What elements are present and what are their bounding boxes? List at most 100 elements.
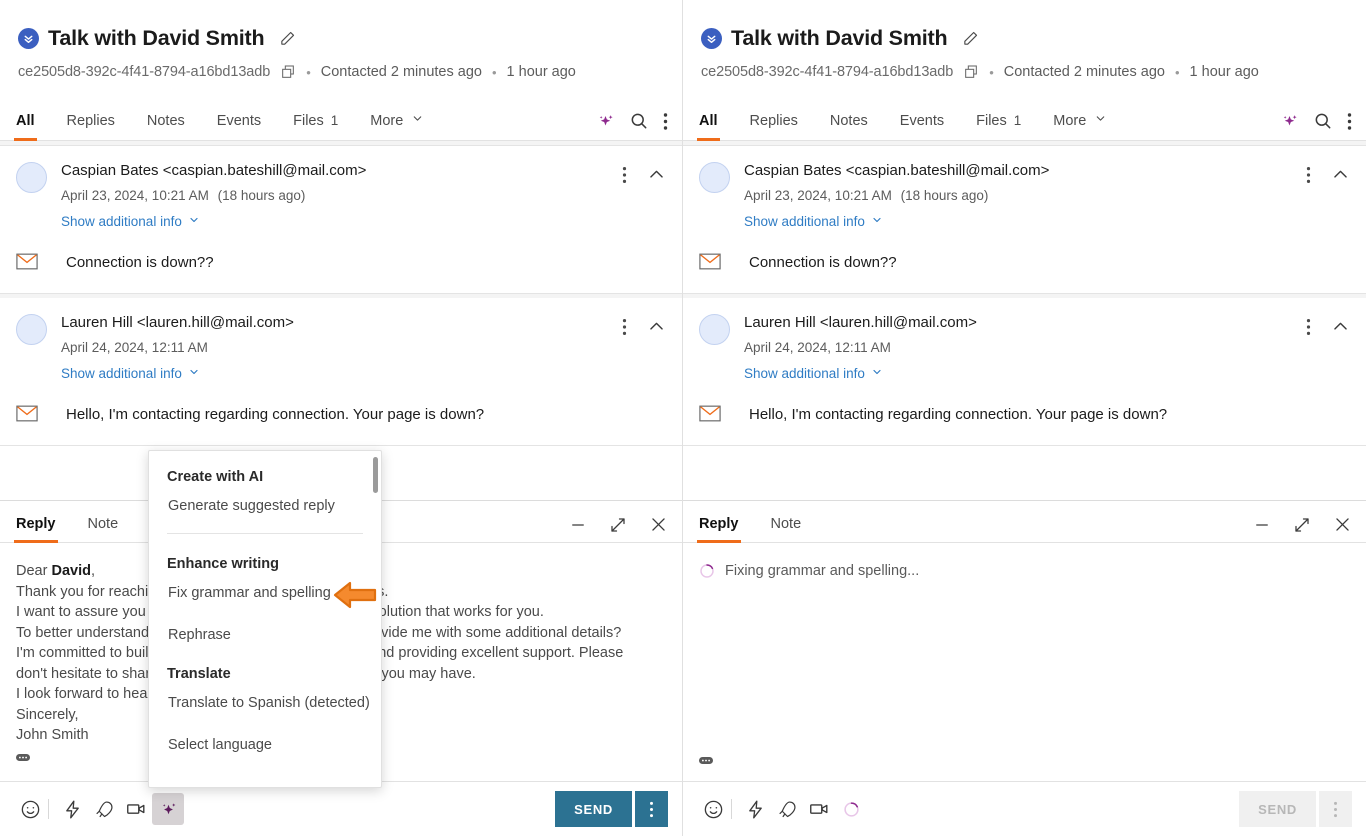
ai-sparkle-icon[interactable] bbox=[596, 112, 615, 131]
composer-tab-reply[interactable]: Reply bbox=[683, 516, 755, 543]
separator-dot-2: • bbox=[491, 64, 497, 80]
tab-files[interactable]: Files 1 bbox=[960, 113, 1037, 140]
message-card: Caspian Bates <caspian.bateshill@mail.co… bbox=[0, 145, 682, 294]
composer-tab-note[interactable]: Note bbox=[72, 516, 135, 542]
kebab-menu-icon[interactable] bbox=[663, 112, 668, 131]
copy-icon[interactable] bbox=[963, 64, 979, 80]
ai-actions-menu: Create with AI Generate suggested reply … bbox=[148, 450, 382, 788]
collapse-chevron-up-icon[interactable] bbox=[647, 165, 666, 184]
message-header: Lauren Hill <lauren.hill@mail.com> April… bbox=[699, 314, 1350, 383]
tab-events[interactable]: Events bbox=[201, 113, 277, 140]
emoji-icon[interactable] bbox=[697, 793, 729, 825]
ai-sparkle-icon[interactable] bbox=[152, 793, 184, 825]
search-icon[interactable] bbox=[1313, 111, 1333, 131]
conversation-subheader: ce2505d8-392c-4f41-8794-a16bd13adb • Con… bbox=[18, 64, 664, 80]
message-date: April 23, 2024, 10:21 AM (18 hours ago) bbox=[61, 188, 622, 203]
kebab-menu-icon[interactable] bbox=[622, 318, 627, 336]
message-sender: Caspian Bates <caspian.bateshill@mail.co… bbox=[61, 162, 367, 179]
show-additional-info-link[interactable]: Show additional info bbox=[61, 214, 200, 229]
pencil-icon[interactable] bbox=[279, 30, 296, 47]
tab-notes[interactable]: Notes bbox=[131, 113, 201, 140]
minimize-icon[interactable] bbox=[1253, 516, 1271, 534]
ai-menu-item-generate-suggested-reply[interactable]: Generate suggested reply bbox=[149, 485, 381, 527]
page-title: Talk with David Smith bbox=[731, 26, 948, 50]
message-text: Connection is down?? bbox=[66, 253, 214, 271]
chevron-down-icon bbox=[188, 214, 200, 229]
kebab-menu-icon[interactable] bbox=[622, 166, 627, 184]
header-title-row: Talk with David Smith bbox=[18, 26, 664, 51]
tab-notes[interactable]: Notes bbox=[814, 113, 884, 140]
collapse-chevron-up-icon[interactable] bbox=[1331, 165, 1350, 184]
kebab-menu-icon[interactable] bbox=[1347, 112, 1352, 131]
search-icon[interactable] bbox=[629, 111, 649, 131]
expand-icon[interactable] bbox=[609, 516, 627, 534]
tab-all[interactable]: All bbox=[683, 113, 734, 141]
tab-more-label: More bbox=[1053, 113, 1087, 129]
composer-tab-reply[interactable]: Reply bbox=[0, 516, 72, 543]
contacted-status: Contacted 2 minutes ago bbox=[1003, 64, 1165, 80]
composer-header: Reply Note bbox=[683, 501, 1366, 543]
message-sender: Lauren Hill <lauren.hill@mail.com> bbox=[61, 314, 294, 331]
ai-menu-item-select-language[interactable]: Select language bbox=[149, 724, 381, 766]
show-additional-info-label: Show additional info bbox=[61, 213, 182, 229]
composer-body[interactable]: Fixing grammar and spelling... bbox=[683, 543, 1366, 781]
rocket-icon[interactable] bbox=[771, 793, 803, 825]
separator-dot-2: • bbox=[1174, 64, 1180, 80]
collapse-chevron-up-icon[interactable] bbox=[647, 317, 666, 336]
ai-menu-group-title-enhance: Enhance writing bbox=[167, 556, 279, 572]
tabs-list: All Replies Notes Events Files 1 More bbox=[0, 112, 596, 141]
tab-all[interactable]: All bbox=[0, 113, 51, 141]
tab-more-label: More bbox=[370, 113, 404, 129]
composer-toolbar-icons bbox=[14, 793, 555, 825]
tab-events-label: Events bbox=[899, 113, 945, 129]
separator-dot: • bbox=[306, 64, 311, 80]
lightning-icon[interactable] bbox=[739, 793, 771, 825]
show-additional-info-label: Show additional info bbox=[61, 365, 182, 381]
show-additional-info-link[interactable]: Show additional info bbox=[61, 366, 200, 381]
send-button[interactable]: SEND bbox=[555, 791, 632, 827]
tab-replies[interactable]: Replies bbox=[51, 113, 131, 140]
collapse-chevron-up-icon[interactable] bbox=[1331, 317, 1350, 336]
send-options-button bbox=[1319, 791, 1352, 827]
close-icon[interactable] bbox=[649, 515, 668, 534]
composer-tab-reply-label: Reply bbox=[16, 516, 56, 532]
tab-more[interactable]: More bbox=[354, 112, 440, 140]
attachment-dots-icon bbox=[699, 751, 713, 769]
close-icon[interactable] bbox=[1333, 515, 1352, 534]
composer-tab-note-label: Note bbox=[87, 516, 119, 532]
copy-icon[interactable] bbox=[280, 64, 296, 80]
ai-menu-item-rephrase[interactable]: Rephrase bbox=[149, 614, 381, 656]
tabs-list: All Replies Notes Events Files 1 More bbox=[683, 112, 1280, 141]
rocket-icon[interactable] bbox=[88, 793, 120, 825]
tab-all-label: All bbox=[16, 113, 35, 129]
tab-notes-label: Notes bbox=[146, 113, 185, 129]
show-additional-info-link[interactable]: Show additional info bbox=[744, 214, 883, 229]
show-additional-info-link[interactable]: Show additional info bbox=[744, 366, 883, 381]
minimize-icon[interactable] bbox=[569, 516, 587, 534]
pencil-icon[interactable] bbox=[962, 30, 979, 47]
tab-events[interactable]: Events bbox=[884, 113, 960, 140]
send-button: SEND bbox=[1239, 791, 1316, 827]
kebab-menu-icon[interactable] bbox=[1306, 318, 1311, 336]
send-options-button[interactable] bbox=[635, 791, 668, 827]
ai-menu-item-translate-to-spanish[interactable]: Translate to Spanish (detected) bbox=[149, 682, 381, 724]
tab-more[interactable]: More bbox=[1037, 112, 1123, 140]
tab-replies[interactable]: Replies bbox=[734, 113, 814, 140]
kebab-menu-icon[interactable] bbox=[1306, 166, 1311, 184]
tab-files[interactable]: Files 1 bbox=[277, 113, 354, 140]
emoji-icon[interactable] bbox=[14, 793, 46, 825]
tab-files-label: Files bbox=[976, 113, 1007, 129]
double-chevron-down-icon bbox=[701, 28, 722, 49]
tabs-bar: All Replies Notes Events Files 1 More bbox=[683, 99, 1366, 141]
lightning-icon[interactable] bbox=[56, 793, 88, 825]
message-date: April 24, 2024, 12:11 AM bbox=[61, 340, 622, 355]
composer-toolbar: SEND bbox=[0, 781, 682, 836]
expand-icon[interactable] bbox=[1293, 516, 1311, 534]
email-envelope-icon bbox=[699, 253, 729, 270]
video-camera-icon[interactable] bbox=[803, 793, 835, 825]
chevron-down-icon bbox=[188, 366, 200, 381]
video-camera-icon[interactable] bbox=[120, 793, 152, 825]
composer-tab-note[interactable]: Note bbox=[755, 516, 818, 542]
menu-scrollbar[interactable] bbox=[373, 457, 378, 493]
ai-sparkle-icon[interactable] bbox=[1280, 112, 1299, 131]
